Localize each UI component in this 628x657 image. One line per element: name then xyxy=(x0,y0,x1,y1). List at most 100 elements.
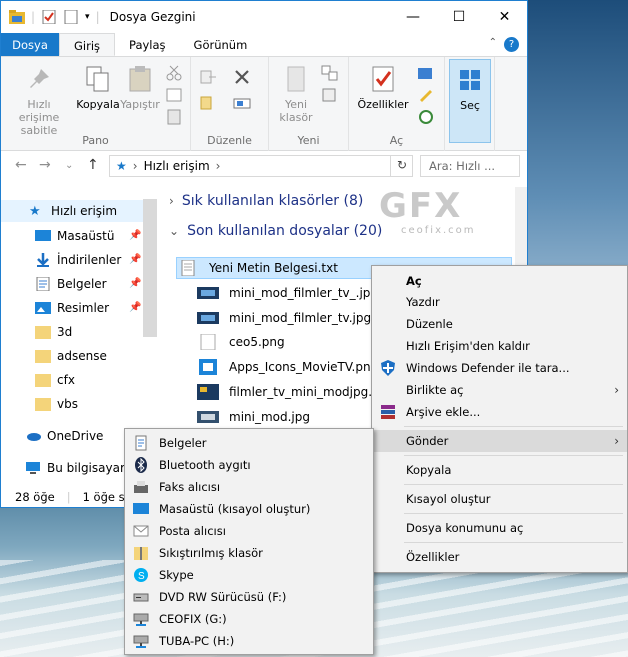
file-name: Apps_Icons_MovieTV.png xyxy=(229,360,379,374)
recent-locations-icon[interactable]: ⌄ xyxy=(65,160,73,171)
send-to-fax[interactable]: Faks alıcısı xyxy=(125,476,373,498)
nav-item-onedrive[interactable]: OneDrive xyxy=(25,425,103,447)
menu-item-properties[interactable]: Özellikler xyxy=(372,546,627,568)
section-frequent-folders[interactable]: › Sık kullanılan klasörler (8) xyxy=(169,193,363,209)
copy-button[interactable]: Kopyala xyxy=(75,63,121,111)
open-icon[interactable] xyxy=(417,65,435,81)
new-folder-button[interactable]: Yeni klasör xyxy=(273,63,319,124)
send-to-dvd-drive[interactable]: DVD RW Sürücüsü (F:) xyxy=(125,586,373,608)
send-to-submenu: Belgeler Bluetooth aygıtı Faks alıcısı M… xyxy=(124,428,374,655)
nav-item-folder-3d[interactable]: 3d xyxy=(35,321,72,343)
tab-view[interactable]: Görünüm xyxy=(180,33,262,56)
nav-item-folder-adsense[interactable]: adsense xyxy=(35,345,107,367)
menu-item-add-archive[interactable]: Arşive ekle... xyxy=(372,401,627,423)
qa-dropdown-icon[interactable]: ▾ xyxy=(85,12,90,22)
breadcrumb-quick-access[interactable]: Hızlı erişim xyxy=(144,159,210,173)
select-all-icon xyxy=(460,70,480,90)
address-box[interactable]: ★ › Hızlı erişim › xyxy=(109,155,413,177)
nav-item-desktop[interactable]: Masaüstü xyxy=(35,225,114,247)
file-item[interactable]: mini_mod_filmler_tv.jpg xyxy=(197,307,371,329)
paste-shortcut-icon[interactable] xyxy=(165,109,183,125)
defender-shield-icon xyxy=(381,360,395,376)
tab-share[interactable]: Paylaş xyxy=(115,33,180,56)
mail-icon xyxy=(133,525,149,537)
menu-item-create-shortcut[interactable]: Kısayol oluştur xyxy=(372,488,627,510)
menu-label: Skype xyxy=(159,568,194,582)
nav-scrollbar[interactable] xyxy=(143,199,157,337)
file-item[interactable]: Apps_Icons_MovieTV.png xyxy=(197,356,378,378)
group-label-duzenle: Düzenle xyxy=(207,134,252,147)
nav-item-this-pc[interactable]: Bu bilgisayar xyxy=(25,457,125,479)
up-arrow-icon[interactable]: ↑ xyxy=(87,157,99,173)
send-to-tuba-pc[interactable]: TUBA-PC (H:) xyxy=(125,630,373,652)
file-item[interactable]: mini_mod.jpg xyxy=(197,406,310,428)
breadcrumb-chevron-icon[interactable]: › xyxy=(216,159,221,173)
back-arrow-icon[interactable]: ← xyxy=(15,157,27,173)
send-to-desktop-shortcut[interactable]: Masaüstü (kısayol oluştur) xyxy=(125,498,373,520)
close-button[interactable]: ✕ xyxy=(482,1,527,33)
edit-icon[interactable] xyxy=(417,87,435,103)
new-folder-icon xyxy=(287,66,305,92)
help-icon[interactable]: ? xyxy=(504,37,519,52)
file-name: ceo5.png xyxy=(229,335,285,349)
nav-item-folder-vbs[interactable]: vbs xyxy=(35,393,78,415)
ribbon-tab-bar: Dosya Giriş Paylaş Görünüm ⌃ ? xyxy=(1,33,527,57)
menu-separator xyxy=(404,455,623,456)
paste-button[interactable]: Yapıştır xyxy=(119,63,161,111)
image-file-icon xyxy=(197,411,219,423)
maximize-button[interactable]: ☐ xyxy=(436,1,482,33)
history-icon[interactable] xyxy=(417,109,435,125)
menu-label: Bluetooth aygıtı xyxy=(159,458,251,472)
properties-qa-icon[interactable] xyxy=(41,10,57,24)
nav-item-folder-cfx[interactable]: cfx xyxy=(35,369,75,391)
menu-separator xyxy=(404,426,623,427)
refresh-icon[interactable]: ↻ xyxy=(390,155,413,177)
select-button[interactable]: Seç xyxy=(449,59,491,143)
tab-home[interactable]: Giriş xyxy=(59,33,116,56)
delete-icon[interactable] xyxy=(233,69,251,85)
nav-item-downloads[interactable]: İndirilenler xyxy=(35,249,121,271)
section-recent-files[interactable]: ⌄ Son kullanılan dosyalar (20) xyxy=(169,223,382,239)
pin-quick-access-button[interactable]: Hızlı erişime sabitle xyxy=(7,63,71,137)
nav-item-documents[interactable]: Belgeler xyxy=(35,273,107,295)
quick-access-toolbar: | ▾ | xyxy=(1,10,100,24)
menu-item-remove-quick-access[interactable]: Hızlı Erişim'den kaldır xyxy=(372,335,627,357)
network-drive-icon xyxy=(133,635,149,648)
menu-item-print[interactable]: Yazdır xyxy=(372,291,627,313)
search-input[interactable]: Ara: Hızlı ... xyxy=(420,155,520,177)
group-pano: Hızlı erişime sabitle Kopyala Yapıştır P… xyxy=(1,57,191,151)
forward-arrow-icon[interactable]: → xyxy=(39,157,51,173)
menu-item-open-with[interactable]: Birlikte aç › xyxy=(372,379,627,401)
paste-label: Yapıştır xyxy=(120,98,160,111)
menu-item-open-location[interactable]: Dosya konumunu aç xyxy=(372,517,627,539)
nav-item-pictures[interactable]: Resimler xyxy=(35,297,109,319)
send-to-mail[interactable]: Posta alıcısı xyxy=(125,520,373,542)
new-folder-qa-icon[interactable] xyxy=(63,10,79,24)
properties-button[interactable]: Özellikler xyxy=(353,63,413,111)
file-item[interactable]: ceo5.png xyxy=(197,331,285,353)
menu-item-open[interactable]: Aç xyxy=(372,270,627,292)
cut-icon[interactable] xyxy=(165,65,183,81)
send-to-documents[interactable]: Belgeler xyxy=(125,432,373,454)
minimize-button[interactable]: — xyxy=(390,1,436,33)
file-item[interactable]: filmler_tv_mini_modjpg.jpg xyxy=(197,381,391,403)
file-item[interactable]: mini_mod_filmler_tv_.jpg xyxy=(197,282,378,304)
nav-item-quick-access[interactable]: ★ Hızlı erişim xyxy=(1,200,143,222)
send-to-skype[interactable]: S Skype xyxy=(125,564,373,586)
copy-to-icon[interactable] xyxy=(199,95,217,111)
send-to-zip[interactable]: Sıkıştırılmış klasör xyxy=(125,542,373,564)
rename-icon[interactable] xyxy=(233,95,251,111)
copy-path-icon[interactable] xyxy=(165,87,183,103)
menu-item-copy[interactable]: Kopyala xyxy=(372,459,627,481)
send-to-ceofix-drive[interactable]: CEOFIX (G:) xyxy=(125,608,373,630)
move-to-icon[interactable] xyxy=(199,69,217,85)
menu-item-edit[interactable]: Düzenle xyxy=(372,313,627,335)
collapse-ribbon-icon[interactable]: ⌃ xyxy=(489,37,497,48)
menu-item-send-to[interactable]: Gönder › xyxy=(372,430,627,452)
tab-file[interactable]: Dosya xyxy=(1,33,59,56)
new-item-icon[interactable] xyxy=(321,65,339,81)
send-to-bluetooth[interactable]: Bluetooth aygıtı xyxy=(125,454,373,476)
menu-item-defender-scan[interactable]: Windows Defender ile tara... xyxy=(372,357,627,379)
easy-access-icon[interactable] xyxy=(321,87,339,103)
bluetooth-icon xyxy=(135,457,147,473)
